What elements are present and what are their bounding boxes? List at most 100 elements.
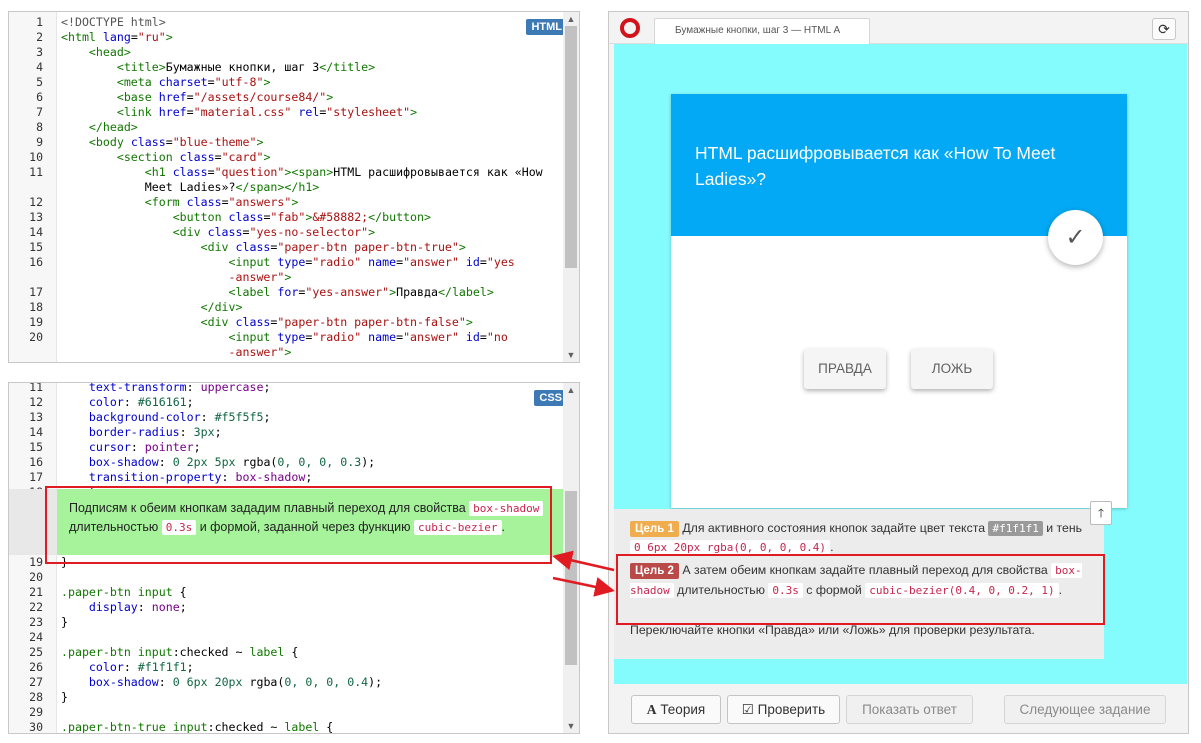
line-number: 24 xyxy=(29,630,43,644)
code-line[interactable]: 28} xyxy=(9,690,563,705)
preview-panel: Бумажные кнопки, шаг 3 — HTML А ⟳ HTML р… xyxy=(608,11,1189,734)
line-number: 20 xyxy=(29,570,43,584)
code-line[interactable]: 17 transition-property: box-shadow; xyxy=(9,470,563,485)
line-number: 15 xyxy=(29,240,43,254)
code-line[interactable]: 13 background-color: #f5f5f5; xyxy=(9,410,563,425)
line-text: background-color: #f5f5f5; xyxy=(88,410,271,424)
code-line[interactable]: 14 <div class="yes-no-selector"> xyxy=(9,225,563,240)
scroll-up-icon[interactable]: ▲ xyxy=(563,383,579,397)
code-line[interactable]: 26 color: #f1f1f1; xyxy=(9,660,563,675)
code-line[interactable]: 4 <title>Бумажные кнопки, шаг 3</title> xyxy=(9,60,563,75)
line-text: color: #f1f1f1; xyxy=(88,660,194,674)
code-line[interactable]: 16 box-shadow: 0 2px 5px rgba(0, 0, 0, 0… xyxy=(9,455,563,470)
code-line[interactable]: 17 <label for="yes-answer">Правда</label… xyxy=(9,285,563,300)
line-text: text-transform: uppercase; xyxy=(88,382,271,394)
code-line[interactable]: 29 xyxy=(9,705,563,720)
line-text: -answer"> xyxy=(61,345,292,359)
next-task-button[interactable]: Следующее задание xyxy=(1004,695,1166,724)
line-text: box-shadow: 0 2px 5px rgba(0, 0, 0, 0.3)… xyxy=(88,455,376,469)
line-text: </div> xyxy=(200,300,243,314)
code-line[interactable]: 11 text-transform: uppercase; xyxy=(9,382,563,395)
code-line[interactable]: 20 xyxy=(9,570,563,585)
scroll-down-icon[interactable]: ▼ xyxy=(563,348,579,362)
goal-chip: #f1f1f1 xyxy=(988,521,1043,536)
code-line[interactable]: 20 <input type="radio" name="answer" id=… xyxy=(9,330,563,345)
css-scrollbar[interactable]: ▲ ▼ xyxy=(563,383,579,733)
css-scroll-thumb[interactable] xyxy=(565,491,577,665)
line-number: 27 xyxy=(29,675,43,689)
browser-tab[interactable]: Бумажные кнопки, шаг 3 — HTML А xyxy=(654,18,870,44)
code-line[interactable]: 25 .paper-btn input:checked ~ label { xyxy=(9,645,563,660)
html-lang-badge: HTML xyxy=(526,19,567,35)
line-text: .paper-btn input { xyxy=(61,585,187,599)
code-line[interactable]: 12 <form class="answers"> xyxy=(9,195,563,210)
line-text: <body class="blue-theme"> xyxy=(88,135,264,149)
code-line[interactable]: 22 display: none; xyxy=(9,600,563,615)
line-text: <section class="card"> xyxy=(116,150,271,164)
line-number: 30 xyxy=(29,720,43,734)
code-line[interactable]: 18 </div> xyxy=(9,300,563,315)
line-text: <div class="yes-no-selector"> xyxy=(172,225,376,239)
line-text: box-shadow: 0 6px 20px rgba(0, 0, 0, 0.4… xyxy=(88,675,383,689)
code-line[interactable]: 16 <input type="radio" name="answer" id=… xyxy=(9,255,563,270)
true-button[interactable]: Правда xyxy=(804,349,886,389)
goal-highlight-frame xyxy=(616,554,1105,625)
code-line[interactable]: 6 <base href="/assets/course84/"> xyxy=(9,90,563,105)
html-code-area[interactable]: 1 <!DOCTYPE html> 2 <html lang="ru"> 3 <head… xyxy=(9,12,563,362)
code-line[interactable]: 7 <link href="material.css" rel="stylesh… xyxy=(9,105,563,120)
code-line[interactable]: 13 <button class="fab">&#58882;</button> xyxy=(9,210,563,225)
line-number: 10 xyxy=(29,150,43,164)
code-line[interactable]: 2 <html lang="ru"> xyxy=(9,30,563,45)
reload-button[interactable]: ⟳ xyxy=(1152,18,1176,40)
line-text: <div class="paper-btn paper-btn-false"> xyxy=(200,315,473,329)
code-line[interactable]: 14 border-radius: 3px; xyxy=(9,425,563,440)
question-card: HTML расшифровывается как «How To Meet L… xyxy=(671,94,1127,508)
line-text: <h1 class="question"><span>HTML расшифро… xyxy=(144,165,543,179)
code-line[interactable]: Meet Ladies»?</span></h1> xyxy=(9,180,563,195)
theory-button[interactable]: A Теория xyxy=(631,695,721,724)
line-text: <form class="answers"> xyxy=(144,195,299,209)
code-line[interactable]: 8 </head> xyxy=(9,120,563,135)
line-text: <link href="material.css" rel="styleshee… xyxy=(116,105,418,119)
code-line[interactable]: 12 color: #616161; xyxy=(9,395,563,410)
goal-chip: 0 6px 20px rgba(0, 0, 0, 0.4) xyxy=(630,540,831,555)
code-line[interactable]: 27 box-shadow: 0 6px 20px rgba(0, 0, 0, … xyxy=(9,675,563,690)
code-line[interactable]: 23} xyxy=(9,615,563,630)
html-editor[interactable]: 1 <!DOCTYPE html> 2 <html lang="ru"> 3 <head… xyxy=(8,11,580,363)
line-text: <input type="radio" name="answer" id="ye… xyxy=(228,255,515,269)
line-text: .paper-btn-true input:checked ~ label { xyxy=(61,720,334,734)
line-number: 7 xyxy=(36,105,43,119)
html-scrollbar[interactable]: ▲ ▼ xyxy=(563,12,579,362)
line-number: 17 xyxy=(29,285,43,299)
code-line[interactable]: 9 <body class="blue-theme"> xyxy=(9,135,563,150)
code-line[interactable]: 15 <div class="paper-btn paper-btn-true"… xyxy=(9,240,563,255)
check-button[interactable]: ☑ Проверить xyxy=(727,695,840,724)
line-text: cursor: pointer; xyxy=(88,440,201,454)
opera-icon xyxy=(620,18,640,38)
code-line[interactable]: 21 .paper-btn input { xyxy=(9,585,563,600)
show-answer-button[interactable]: Показать ответ xyxy=(846,695,973,724)
code-line[interactable]: 10 <section class="card"> xyxy=(9,150,563,165)
scroll-up-icon[interactable]: ▲ xyxy=(563,12,579,26)
line-text: border-radius: 3px; xyxy=(88,425,222,439)
code-line[interactable]: 3 <head> xyxy=(9,45,563,60)
code-line[interactable]: 30 .paper-btn-true input:checked ~ label … xyxy=(9,720,563,734)
code-line[interactable]: -answer"> xyxy=(9,345,563,360)
code-line[interactable]: 11 <h1 class="question"><span>HTML расши… xyxy=(9,165,563,180)
code-line[interactable]: 24 xyxy=(9,630,563,645)
code-line[interactable]: 5 <meta charset="utf-8"> xyxy=(9,75,563,90)
line-text: <input type="radio" name="answer" id="no xyxy=(228,330,508,344)
code-line[interactable]: -answer"> xyxy=(9,270,563,285)
scroll-down-icon[interactable]: ▼ xyxy=(563,719,579,733)
line-number: 19 xyxy=(29,315,43,329)
line-number: 13 xyxy=(29,410,43,424)
code-line[interactable]: 19 <div class="paper-btn paper-btn-false… xyxy=(9,315,563,330)
reload-icon: ⟳ xyxy=(1158,21,1170,37)
false-button[interactable]: Ложь xyxy=(911,349,993,389)
line-text: <title>Бумажные кнопки, шаг 3</title> xyxy=(116,60,376,74)
code-line[interactable]: 15 cursor: pointer; xyxy=(9,440,563,455)
fab-button[interactable]: ✓ xyxy=(1048,210,1103,265)
code-line[interactable]: 1 <!DOCTYPE html> xyxy=(9,15,563,30)
line-text: <html lang="ru"> xyxy=(61,30,173,44)
html-scroll-thumb[interactable] xyxy=(565,26,577,268)
